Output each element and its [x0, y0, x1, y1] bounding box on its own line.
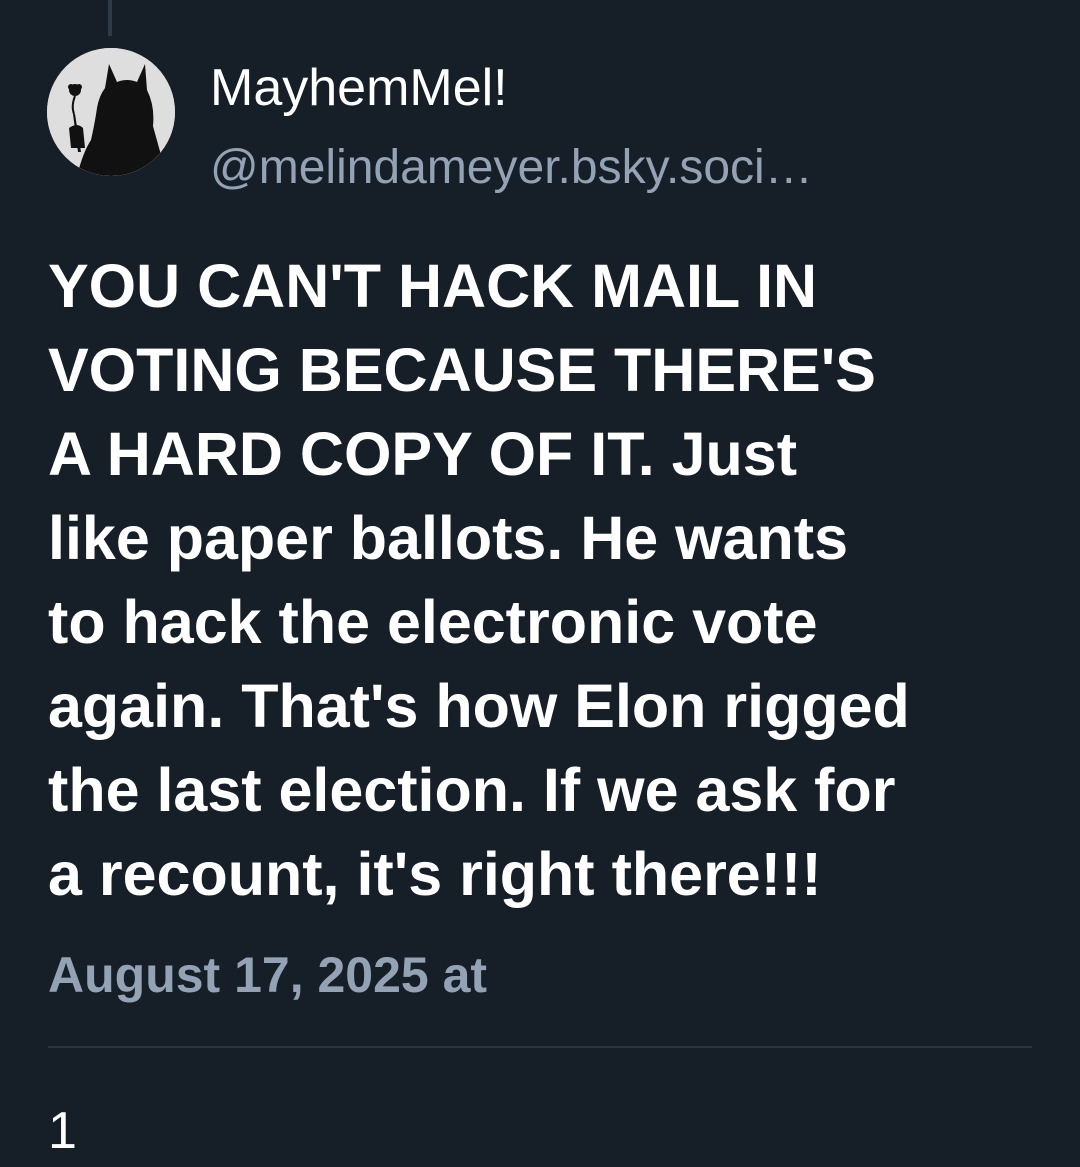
silhouette-avatar-icon: [47, 48, 175, 176]
author-handle[interactable]: @melindameyer.bsky.soci…: [210, 144, 813, 192]
engagement-count[interactable]: 1: [48, 1105, 77, 1157]
display-name[interactable]: MayhemMel!: [210, 62, 508, 114]
avatar[interactable]: [47, 48, 175, 176]
divider: [48, 1046, 1032, 1048]
post-text: YOU CAN'T HACK MAIL IN VOTING BECAUSE TH…: [48, 252, 910, 908]
thread-connector-line: [108, 0, 112, 36]
post-timestamp: August 17, 2025 at: [48, 947, 488, 1003]
